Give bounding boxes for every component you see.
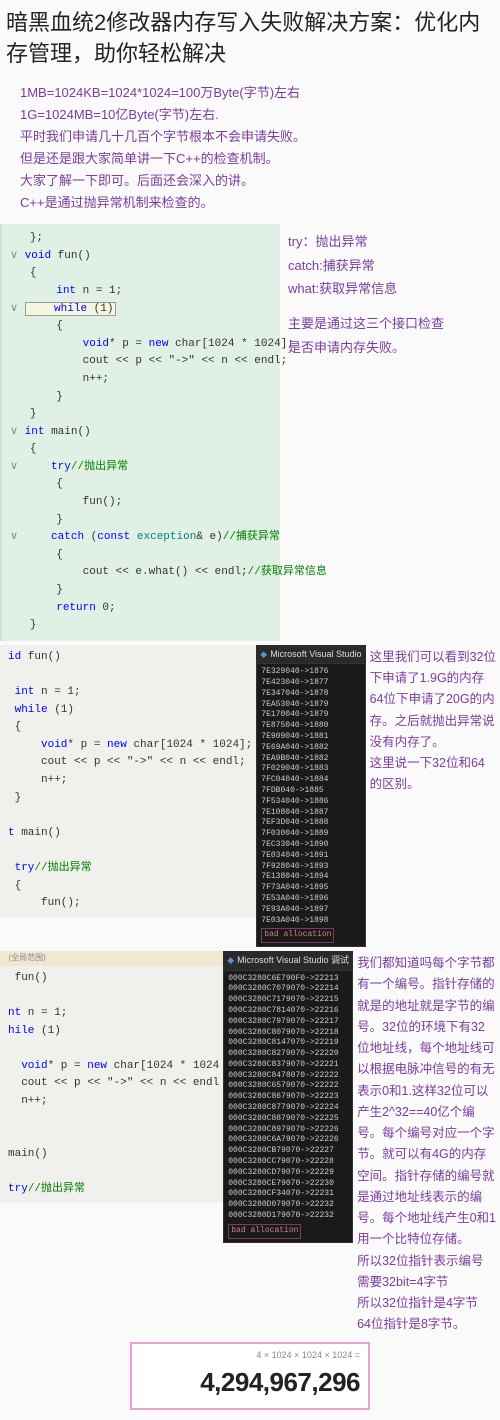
- code-block-c: fun() nt n = 1; hile (1) void* p = new c…: [0, 966, 223, 1203]
- memory-output-32: 7E329040->18767E423040->18777E347040->18…: [256, 663, 365, 947]
- intro-l4: 但是还是跟大家简单讲一下C++的检查机制。: [20, 148, 480, 170]
- tab-bar: (全局范围): [0, 951, 223, 966]
- explain-col: 这里我们可以看到32位下申请了1.9G的内存64位下申请了20G的内存。之后就抛…: [366, 645, 500, 947]
- section-64bit: (全局范围) fun() nt n = 1; hile (1) void* p …: [0, 951, 500, 1336]
- explain-col-2: 我们都知道吗每个字节都有一个编号。指针存储的就是的地址就是字节的编号。32位的环…: [353, 951, 500, 1336]
- section-code-api: }; ∨ void fun() { int n = 1; ∨ while (1)…: [0, 224, 500, 641]
- explain-p3: 我们都知道吗每个字节都有一个编号。指针存储的就是的地址就是字节的编号。32位的环…: [357, 953, 496, 1251]
- calc-value: 4,294,967,296: [140, 1362, 360, 1404]
- debug-header-64: Microsoft Visual Studio 调试: [223, 951, 353, 969]
- code-block-b: id fun() int n = 1; while (1) { void* p …: [0, 645, 256, 917]
- explain-p7: 64位指针是8字节。: [357, 1314, 496, 1335]
- intro-l2: 1G=1024MB=10亿Byte(字节)左右.: [20, 104, 480, 126]
- intro-l1: 1MB=1024KB=1024*1024=100万Byte(字节)左右: [20, 82, 480, 104]
- explain-p4: 所以32位指针表示编号: [357, 1251, 496, 1272]
- code-block-a: }; ∨ void fun() { int n = 1; ∨ while (1)…: [0, 224, 280, 641]
- debug-header-32: Microsoft Visual Studio: [256, 645, 365, 663]
- intro-block: 1MB=1024KB=1024*1024=100万Byte(字节)左右 1G=1…: [0, 78, 500, 225]
- section-32bit: id fun() int n = 1; while (1) { void* p …: [0, 645, 500, 947]
- explain-p6: 所以32位指针是4字节: [357, 1293, 496, 1314]
- api-note2: 是否申请内存失败。: [286, 336, 444, 359]
- intro-l3: 平时我们申请几十几百个字节根本不会申请失败。: [20, 126, 480, 148]
- intro-l6: C++是通过抛异常机制来检查的。: [20, 192, 480, 214]
- explain-p1: 这里我们可以看到32位下申请了1.9G的内存64位下申请了20G的内存。之后就抛…: [370, 647, 496, 753]
- api-catch: catch:捕获异常: [286, 254, 444, 277]
- explain-p2: 这里说一下32位和64的区别。: [370, 753, 496, 796]
- calc-expression: 4 × 1024 × 1024 × 1024 =: [140, 1348, 360, 1362]
- memory-output-64: 000C3280C6E790F0->22213000C3280C7079070-…: [223, 970, 353, 1243]
- explain-p5: 需要32bit=4字节: [357, 1272, 496, 1293]
- calculator-result: 4 × 1024 × 1024 × 1024 = 4,294,967,296: [130, 1342, 370, 1410]
- api-note1: 主要是通过这三个接口检查: [286, 312, 444, 335]
- intro-l5: 大家了解一下即可。后面还会深入的讲。: [20, 170, 480, 192]
- api-what: what:获取异常信息: [286, 277, 444, 300]
- api-explain: try：抛出异常 catch:捕获异常 what:获取异常信息 主要是通过这三个…: [280, 224, 450, 641]
- api-try: try：抛出异常: [286, 230, 444, 253]
- page-title: 暗黑血统2修改器内存写入失败解决方案：优化内存管理，助你轻松解决: [0, 0, 500, 78]
